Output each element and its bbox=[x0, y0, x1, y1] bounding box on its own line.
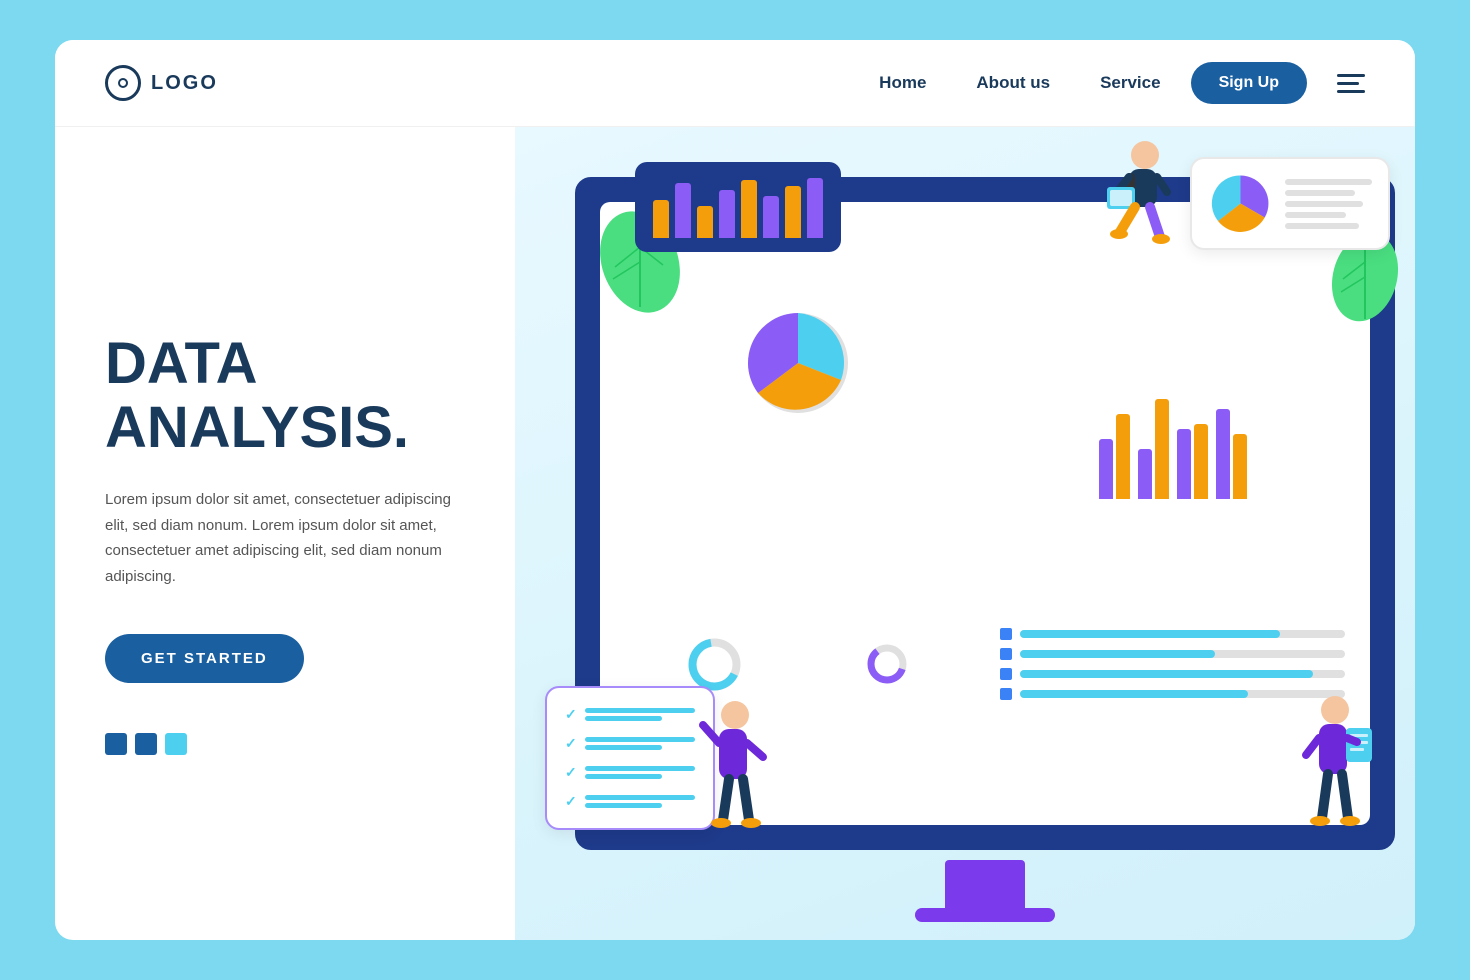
person-clipboard bbox=[1290, 690, 1380, 850]
floating-pie-card bbox=[1190, 157, 1390, 250]
main-card: LOGO Home About us Service Sign Up DATA … bbox=[55, 40, 1415, 940]
nav-home[interactable]: Home bbox=[879, 73, 926, 93]
dots-decoration bbox=[105, 733, 465, 755]
person-presenting bbox=[695, 695, 775, 850]
pie-chart-icon bbox=[1208, 171, 1273, 236]
monitor-stand bbox=[945, 860, 1025, 910]
person-sitting bbox=[1085, 137, 1185, 272]
floating-checklist: ✓ ✓ ✓ bbox=[545, 686, 715, 830]
logo-text: LOGO bbox=[151, 72, 218, 95]
monitor-base bbox=[915, 908, 1055, 922]
main-content: DATA ANALYSIS. Lorem ipsum dolor sit ame… bbox=[55, 127, 1415, 940]
screen-pie-chart bbox=[738, 303, 858, 423]
hamburger-menu[interactable] bbox=[1337, 74, 1365, 93]
right-panel: ✓ ✓ ✓ bbox=[515, 127, 1415, 940]
left-panel: DATA ANALYSIS. Lorem ipsum dolor sit ame… bbox=[55, 127, 515, 940]
dot-1 bbox=[105, 733, 127, 755]
nav-links: Home About us Service bbox=[879, 73, 1160, 93]
hero-description: Lorem ipsum dolor sit amet, consectetuer… bbox=[105, 487, 465, 589]
get-started-button[interactable]: GET STARTED bbox=[105, 634, 304, 683]
nav-service[interactable]: Service bbox=[1100, 73, 1161, 93]
signup-button[interactable]: Sign Up bbox=[1191, 62, 1307, 104]
dot-2 bbox=[135, 733, 157, 755]
hero-title: DATA ANALYSIS. bbox=[105, 332, 465, 460]
logo-icon bbox=[105, 65, 141, 101]
logo-area: LOGO bbox=[105, 65, 218, 101]
nav-about[interactable]: About us bbox=[976, 73, 1050, 93]
dot-3 bbox=[165, 733, 187, 755]
navbar: LOGO Home About us Service Sign Up bbox=[55, 40, 1415, 127]
floating-bar-chart bbox=[635, 162, 841, 252]
